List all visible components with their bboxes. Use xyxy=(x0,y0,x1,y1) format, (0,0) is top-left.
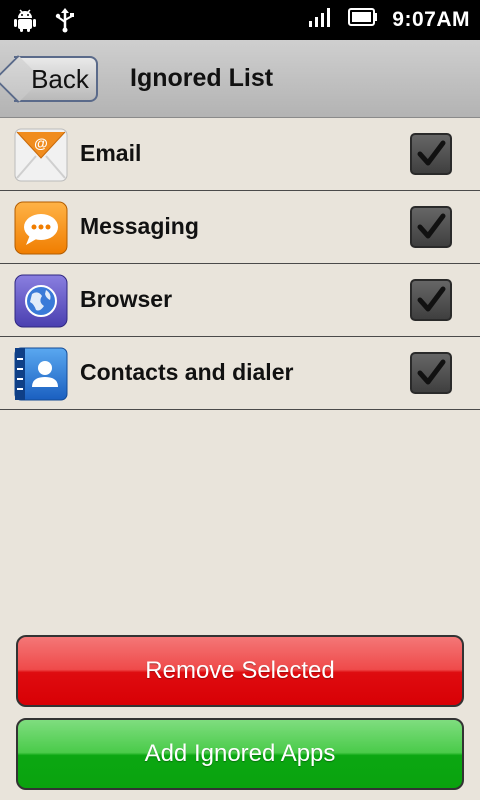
checkmark-icon xyxy=(417,213,446,239)
messaging-icon xyxy=(14,201,68,255)
title-bar: Back Ignored List xyxy=(0,40,480,118)
app-checkbox[interactable] xyxy=(410,133,452,175)
usb-icon xyxy=(54,7,76,38)
app-label: Messaging xyxy=(80,213,199,239)
app-checkbox[interactable] xyxy=(410,279,452,321)
list-item-messaging[interactable]: Messaging xyxy=(0,191,480,264)
app-checkbox[interactable] xyxy=(410,352,452,394)
list-item-contacts[interactable]: Contacts and dialer xyxy=(0,337,480,410)
email-icon: @ xyxy=(14,128,68,182)
app-label: Contacts and dialer xyxy=(80,359,294,385)
checkmark-icon xyxy=(417,140,446,166)
list-item-email[interactable]: @ Email xyxy=(0,118,480,191)
browser-icon xyxy=(14,274,68,328)
checkmark-icon xyxy=(417,359,446,385)
ignored-app-list: @ Email Messaging Browser Contacts and d… xyxy=(0,118,480,410)
status-bar: 9:07AM xyxy=(0,0,480,40)
remove-selected-button[interactable]: Remove Selected xyxy=(16,635,464,707)
list-item-browser[interactable]: Browser xyxy=(0,264,480,337)
checkmark-icon xyxy=(417,286,446,312)
svg-text:@: @ xyxy=(34,135,48,151)
page-title: Ignored List xyxy=(130,64,274,92)
back-button[interactable]: Back xyxy=(14,56,98,102)
android-icon xyxy=(12,7,38,38)
app-checkbox[interactable] xyxy=(410,206,452,248)
app-label: Email xyxy=(80,140,142,166)
status-time: 9:07AM xyxy=(392,7,470,31)
contacts-icon xyxy=(14,347,68,401)
battery-icon xyxy=(348,7,378,32)
back-button-label: Back xyxy=(31,63,89,94)
app-label: Browser xyxy=(80,286,173,312)
signal-icon xyxy=(308,6,334,33)
add-ignored-apps-button[interactable]: Add Ignored Apps xyxy=(16,718,464,790)
